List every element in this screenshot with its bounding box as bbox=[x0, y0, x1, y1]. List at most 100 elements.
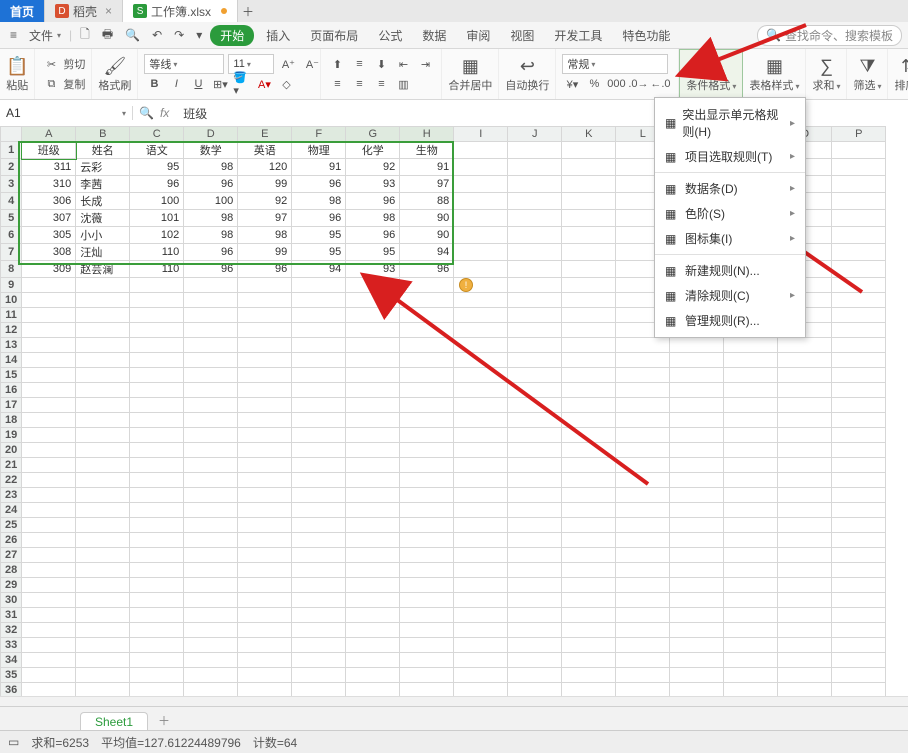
data-cell[interactable] bbox=[130, 653, 184, 668]
row-header[interactable]: 3 bbox=[1, 176, 22, 193]
data-cell[interactable] bbox=[400, 323, 454, 338]
data-cell[interactable] bbox=[724, 518, 778, 533]
row-header[interactable]: 2 bbox=[1, 159, 22, 176]
data-cell[interactable] bbox=[832, 428, 886, 443]
data-cell[interactable] bbox=[184, 578, 238, 593]
thousands-button[interactable]: 000 bbox=[606, 74, 626, 94]
row-header[interactable]: 27 bbox=[1, 548, 22, 563]
data-cell[interactable] bbox=[454, 159, 508, 176]
data-cell[interactable] bbox=[454, 593, 508, 608]
data-cell[interactable]: 班级 bbox=[22, 142, 76, 159]
data-cell[interactable] bbox=[724, 458, 778, 473]
data-cell[interactable] bbox=[832, 398, 886, 413]
new-tab-button[interactable]: ＋ bbox=[238, 0, 258, 22]
data-cell[interactable] bbox=[670, 548, 724, 563]
row-header[interactable]: 24 bbox=[1, 503, 22, 518]
data-cell[interactable] bbox=[778, 488, 832, 503]
data-cell[interactable]: 97 bbox=[238, 210, 292, 227]
data-cell[interactable]: 308 bbox=[22, 244, 76, 261]
data-cell[interactable] bbox=[562, 623, 616, 638]
data-cell[interactable] bbox=[508, 428, 562, 443]
data-cell[interactable] bbox=[130, 518, 184, 533]
menu-tab-insert[interactable]: 插入 bbox=[262, 25, 294, 46]
data-cell[interactable] bbox=[832, 142, 886, 159]
data-cell[interactable] bbox=[238, 323, 292, 338]
col-header[interactable]: K bbox=[562, 127, 616, 142]
data-cell[interactable] bbox=[724, 578, 778, 593]
data-cell[interactable] bbox=[238, 608, 292, 623]
data-cell[interactable] bbox=[616, 593, 670, 608]
data-cell[interactable]: 102 bbox=[130, 227, 184, 244]
data-cell[interactable] bbox=[238, 398, 292, 413]
data-cell[interactable] bbox=[778, 383, 832, 398]
data-cell[interactable] bbox=[832, 278, 886, 293]
data-cell[interactable] bbox=[616, 413, 670, 428]
data-cell[interactable] bbox=[508, 563, 562, 578]
data-cell[interactable] bbox=[508, 413, 562, 428]
data-cell[interactable]: 96 bbox=[292, 176, 346, 193]
data-cell[interactable] bbox=[22, 398, 76, 413]
data-cell[interactable] bbox=[184, 458, 238, 473]
data-cell[interactable] bbox=[238, 293, 292, 308]
data-cell[interactable] bbox=[130, 458, 184, 473]
data-cell[interactable] bbox=[184, 428, 238, 443]
data-cell[interactable] bbox=[562, 176, 616, 193]
data-cell[interactable] bbox=[616, 458, 670, 473]
data-cell[interactable] bbox=[400, 653, 454, 668]
data-cell[interactable] bbox=[76, 653, 130, 668]
data-cell[interactable] bbox=[76, 368, 130, 383]
data-cell[interactable] bbox=[562, 413, 616, 428]
data-cell[interactable] bbox=[454, 578, 508, 593]
data-cell[interactable] bbox=[832, 176, 886, 193]
data-cell[interactable] bbox=[832, 261, 886, 278]
add-sheet-button[interactable]: ＋ bbox=[150, 710, 178, 731]
data-cell[interactable] bbox=[400, 308, 454, 323]
fill-color-button[interactable]: 🪣▾ bbox=[232, 74, 252, 94]
data-cell[interactable] bbox=[22, 608, 76, 623]
data-cell[interactable] bbox=[400, 443, 454, 458]
col-header[interactable]: G bbox=[346, 127, 400, 142]
data-cell[interactable] bbox=[454, 308, 508, 323]
data-cell[interactable] bbox=[562, 563, 616, 578]
clear-format-button[interactable]: ◇ bbox=[276, 74, 296, 94]
data-cell[interactable] bbox=[454, 210, 508, 227]
data-cell[interactable] bbox=[454, 488, 508, 503]
data-cell[interactable] bbox=[454, 413, 508, 428]
data-cell[interactable] bbox=[670, 623, 724, 638]
data-cell[interactable] bbox=[454, 608, 508, 623]
data-cell[interactable] bbox=[292, 473, 346, 488]
ribbon-sort[interactable]: ⇅ 排序▾ bbox=[888, 49, 908, 99]
data-cell[interactable] bbox=[76, 503, 130, 518]
data-cell[interactable] bbox=[76, 593, 130, 608]
data-cell[interactable] bbox=[724, 548, 778, 563]
data-cell[interactable] bbox=[454, 261, 508, 278]
data-cell[interactable] bbox=[292, 353, 346, 368]
data-cell[interactable] bbox=[832, 244, 886, 261]
data-cell[interactable] bbox=[778, 338, 832, 353]
data-cell[interactable] bbox=[670, 578, 724, 593]
data-cell[interactable] bbox=[562, 261, 616, 278]
data-cell[interactable] bbox=[778, 623, 832, 638]
data-cell[interactable] bbox=[832, 323, 886, 338]
data-cell[interactable] bbox=[724, 383, 778, 398]
data-cell[interactable] bbox=[400, 473, 454, 488]
data-cell[interactable] bbox=[346, 428, 400, 443]
data-cell[interactable] bbox=[346, 278, 400, 293]
data-cell[interactable] bbox=[508, 398, 562, 413]
data-cell[interactable] bbox=[184, 533, 238, 548]
data-cell[interactable] bbox=[508, 503, 562, 518]
data-cell[interactable] bbox=[670, 428, 724, 443]
data-cell[interactable] bbox=[184, 443, 238, 458]
data-cell[interactable] bbox=[130, 503, 184, 518]
col-header[interactable]: E bbox=[238, 127, 292, 142]
row-header[interactable]: 9 bbox=[1, 278, 22, 293]
data-cell[interactable] bbox=[22, 518, 76, 533]
data-cell[interactable] bbox=[130, 413, 184, 428]
data-cell[interactable] bbox=[508, 668, 562, 683]
menu-tab-pagelayout[interactable]: 页面布局 bbox=[306, 25, 362, 46]
data-cell[interactable] bbox=[562, 398, 616, 413]
data-cell[interactable] bbox=[832, 533, 886, 548]
qa-undo-icon[interactable]: ↶ bbox=[148, 26, 166, 44]
underline-button[interactable]: U bbox=[188, 74, 208, 94]
data-cell[interactable] bbox=[238, 623, 292, 638]
